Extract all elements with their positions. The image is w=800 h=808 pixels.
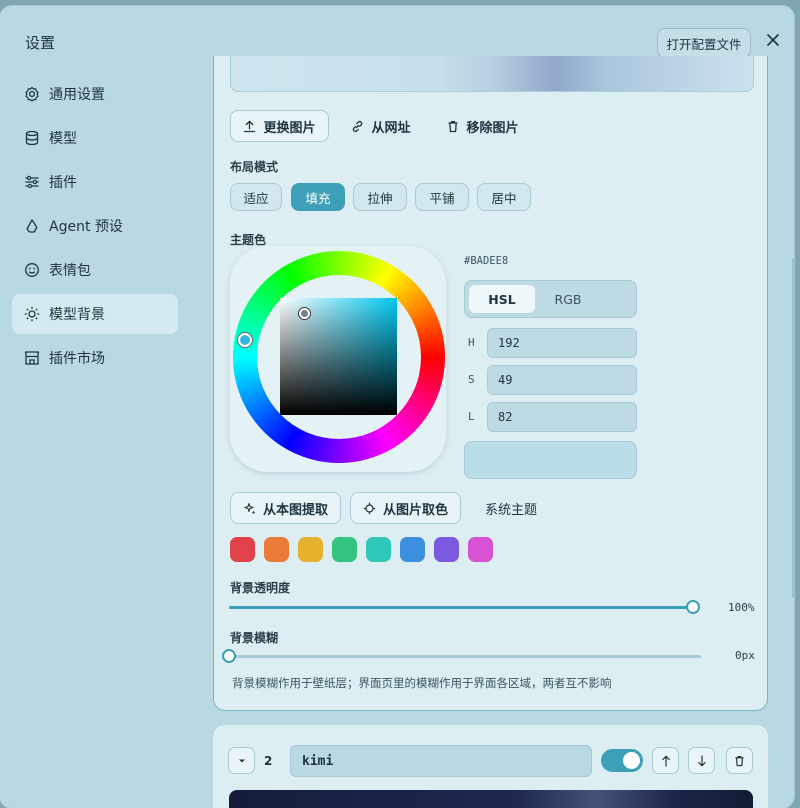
close-button[interactable] — [762, 29, 784, 51]
layout-mode-label: 布局模式 — [230, 160, 279, 174]
open-config-button[interactable]: 打开配置文件 — [657, 28, 751, 58]
opacity-slider-fill — [229, 606, 693, 609]
saturation-value-handle[interactable] — [299, 308, 310, 319]
sidebar-item-label: 模型 — [49, 131, 77, 147]
pick-from-image-button[interactable]: 从图片取色 — [350, 492, 461, 524]
upload-icon — [244, 120, 256, 132]
background-settings-card: 更换图片 从网址 移除图片 布局模式 适应 填充 拉伸 平铺 居中 主题色 #B… — [213, 56, 768, 711]
layout-option-center[interactable]: 居中 — [477, 183, 531, 211]
database-icon — [24, 130, 40, 146]
entry-enabled-toggle[interactable] — [601, 749, 643, 772]
sun-icon — [24, 306, 40, 322]
color-mode-toggle: HSL RGB — [464, 280, 637, 318]
h-label: H — [468, 336, 475, 349]
hue-handle[interactable] — [238, 333, 252, 347]
from-url-button[interactable]: 从网址 — [341, 110, 421, 142]
sliders-icon — [24, 174, 40, 190]
store-icon — [24, 350, 40, 366]
swatch-blue[interactable] — [400, 537, 425, 562]
sidebar-item-model-background[interactable]: 模型背景 — [12, 294, 178, 334]
hex-value: #BADEE8 — [464, 255, 509, 267]
layout-option-tile[interactable]: 平铺 — [415, 183, 469, 211]
gear-icon — [24, 86, 40, 102]
scrollbar[interactable] — [792, 258, 794, 598]
sparkle-icon — [244, 502, 256, 514]
layout-option-fill[interactable]: 填充 — [291, 183, 345, 211]
l-input[interactable]: 82 — [487, 402, 637, 432]
opacity-label: 背景透明度 — [230, 581, 291, 595]
h-input[interactable]: 192 — [487, 328, 637, 358]
trash-icon — [448, 120, 458, 132]
background-image-preview — [230, 56, 754, 92]
swatch-purple[interactable] — [434, 537, 459, 562]
theme-color-label: 主题色 — [230, 233, 267, 247]
smiley-icon — [24, 262, 40, 278]
entry-image-preview — [229, 790, 753, 808]
extract-from-image-button[interactable]: 从本图提取 — [230, 492, 341, 524]
color-picker — [230, 246, 446, 472]
blur-value: 0px — [735, 649, 755, 662]
replace-image-button[interactable]: 更换图片 — [230, 110, 329, 142]
move-down-button[interactable] — [688, 747, 715, 774]
swatch-teal[interactable] — [366, 537, 391, 562]
arrow-down-icon — [697, 754, 706, 767]
recycle-icon — [24, 218, 40, 234]
blur-label: 背景模糊 — [230, 631, 279, 645]
blur-slider[interactable] — [222, 649, 701, 663]
sidebar-item-plugin-market[interactable]: 插件市场 — [12, 338, 178, 378]
opacity-value: 100% — [728, 601, 755, 614]
blur-note: 背景模糊作用于壁纸层；界面页里的模糊作用于界面各区域，两者互不影响 — [232, 676, 612, 690]
sidebar-item-stickers[interactable]: 表情包 — [12, 250, 178, 290]
sidebar-item-label: 模型背景 — [49, 307, 105, 323]
sidebar-item-general[interactable]: 通用设置 — [12, 74, 178, 114]
sidebar-item-label: 插件市场 — [49, 351, 105, 367]
swatch-magenta[interactable] — [468, 537, 493, 562]
sidebar-item-label: 表情包 — [49, 263, 91, 279]
swatch-green[interactable] — [332, 537, 357, 562]
sidebar-item-plugins[interactable]: 插件 — [12, 162, 178, 202]
close-icon — [767, 34, 779, 46]
mode-hsl[interactable]: HSL — [469, 285, 535, 313]
crosshair-icon — [363, 502, 376, 514]
swatch-red[interactable] — [230, 537, 255, 562]
arrow-up-icon — [661, 754, 670, 767]
background-entry-card: 2 kimi — [213, 725, 768, 808]
sidebar-item-label: 插件 — [49, 175, 77, 191]
collapse-button[interactable] — [228, 747, 255, 774]
entry-index: 2 — [264, 754, 273, 768]
remove-image-button[interactable]: 移除图片 — [438, 110, 528, 142]
layout-option-fit[interactable]: 适应 — [230, 183, 282, 211]
color-preview — [464, 441, 637, 479]
sidebar-item-label: Agent 预设 — [49, 219, 123, 235]
opacity-slider[interactable] — [229, 600, 700, 614]
window-title: 设置 — [25, 34, 56, 52]
sidebar: 通用设置 模型 插件 Agent 预设 表情包 模型背景 插件市场 — [12, 74, 178, 382]
swatch-orange[interactable] — [264, 537, 289, 562]
blur-slider-thumb[interactable] — [222, 649, 236, 663]
swatch-yellow[interactable] — [298, 537, 323, 562]
link-icon — [353, 120, 363, 132]
toggle-knob — [623, 752, 640, 769]
sidebar-item-model[interactable]: 模型 — [12, 118, 178, 158]
entry-name-input[interactable]: kimi — [290, 745, 592, 777]
layout-option-stretch[interactable]: 拉伸 — [353, 183, 407, 211]
l-label: L — [468, 410, 475, 423]
sidebar-item-label: 通用设置 — [49, 87, 105, 103]
delete-entry-button[interactable] — [726, 747, 753, 774]
move-up-button[interactable] — [652, 747, 679, 774]
caret-down-icon — [238, 759, 245, 762]
trash-icon — [735, 755, 744, 766]
opacity-slider-thumb[interactable] — [686, 600, 700, 614]
system-theme-button[interactable]: 系统主题 — [476, 492, 546, 524]
settings-window: 设置 打开配置文件 通用设置 模型 插件 Agent 预设 表情包 模型背景 插… — [0, 6, 794, 808]
saturation-value-square[interactable] — [280, 298, 397, 415]
sidebar-item-agent-presets[interactable]: Agent 预设 — [12, 206, 178, 246]
s-label: S — [468, 373, 475, 386]
mode-rgb[interactable]: RGB — [535, 285, 601, 313]
s-input[interactable]: 49 — [487, 365, 637, 395]
